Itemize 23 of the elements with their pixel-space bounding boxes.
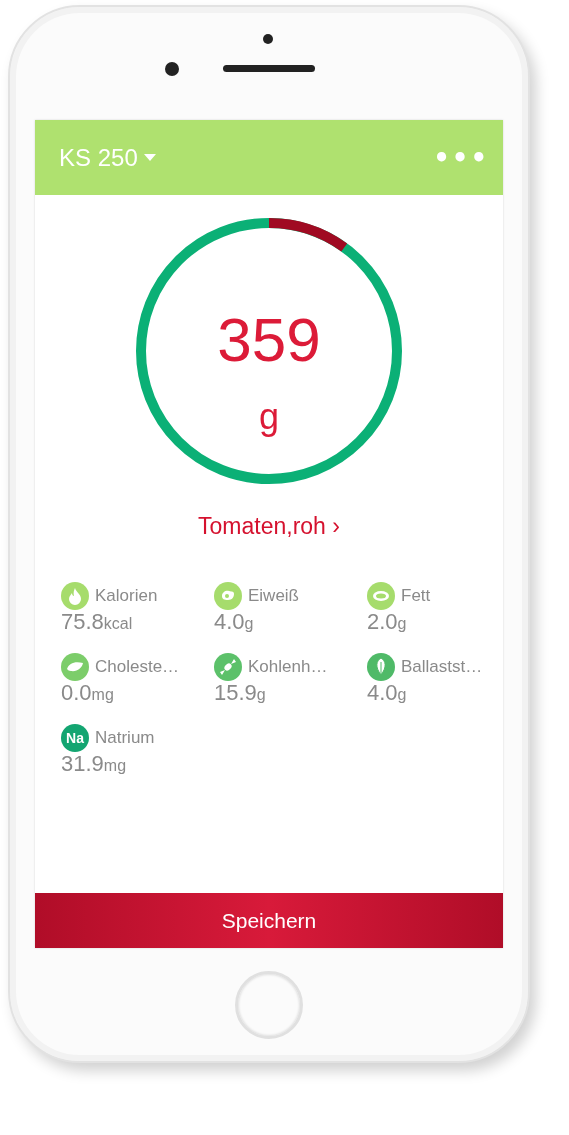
nutrient-value: 2.0g bbox=[367, 610, 408, 634]
nutrient-label: Eiweiß bbox=[248, 586, 299, 606]
nutrient-label: Kalorien bbox=[95, 586, 158, 606]
save-button[interactable]: Speichern bbox=[35, 893, 503, 948]
nutrient-value: 15.9g bbox=[214, 681, 267, 705]
weight-unit: g bbox=[259, 399, 279, 435]
sensor-dot bbox=[263, 34, 273, 44]
weight-value: 359 bbox=[217, 309, 321, 371]
nutrient-label: Fett bbox=[401, 586, 431, 606]
nutrient-label: Kohlenh… bbox=[248, 657, 328, 678]
nutrient-value: 0.0mg bbox=[61, 681, 115, 705]
nutrient-value: 4.0g bbox=[367, 681, 408, 705]
camera-dot bbox=[165, 61, 179, 76]
nutrient-value: 31.9mg bbox=[61, 752, 128, 776]
food-link[interactable]: Tomaten,roh › bbox=[198, 513, 340, 540]
nutrient-label: Ballastst… bbox=[401, 657, 483, 678]
nutrient-label: Natrium bbox=[95, 728, 155, 749]
nutrient-value: 4.0g bbox=[214, 610, 255, 634]
nutrient-label: Choleste… bbox=[95, 657, 180, 678]
caret-icon bbox=[143, 154, 156, 161]
sodium-badge: Na bbox=[61, 724, 89, 753]
nutrient-value: 75.8kcal bbox=[61, 610, 134, 634]
home-button[interactable] bbox=[235, 970, 303, 1039]
